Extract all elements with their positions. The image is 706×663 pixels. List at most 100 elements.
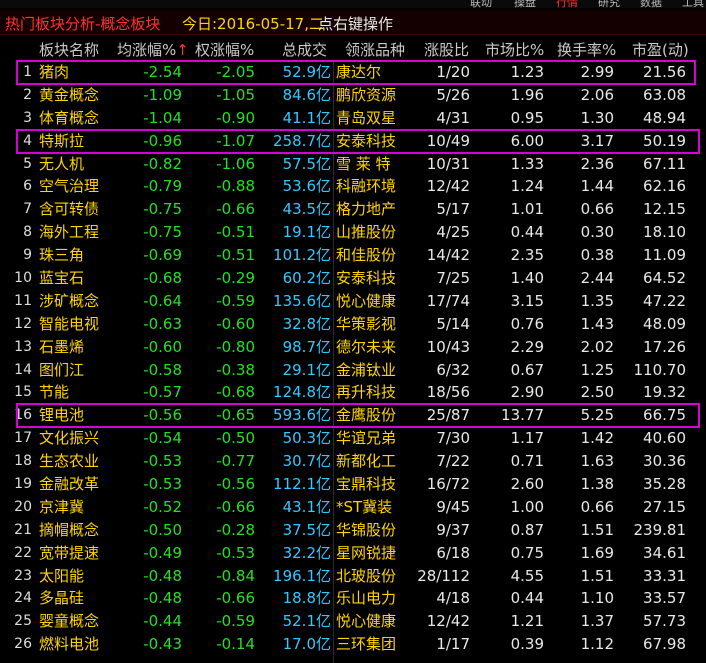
table-row[interactable]: 18 生态农业 -0.53 -0.77 30.7 亿新都化工 7/22 0.71 1.63 30.… xyxy=(0,450,706,473)
pe-ratio: 33.31 xyxy=(643,566,686,585)
weighted-change: -0.90 xyxy=(216,108,255,127)
header-turnover[interactable]: 换手率% xyxy=(557,39,616,60)
leading-stock: 格力地产 xyxy=(336,200,397,219)
header-total-amount[interactable]: 总成交 xyxy=(282,39,327,60)
menu-item[interactable]: 行情 xyxy=(556,0,578,8)
market-ratio: 1.21 xyxy=(510,612,544,631)
table-row[interactable]: 19 金融改革 -0.53 -0.56 112.1 亿宝鼎科技 16/72 2.60 1.38 3… xyxy=(0,473,706,496)
table-row[interactable]: 13 石墨烯 -0.60 -0.80 98.7 亿德尔未来 10/43 2.29 2.02 17.… xyxy=(0,336,706,359)
row-number: 26 xyxy=(14,636,32,653)
menu-item[interactable]: 工具 xyxy=(682,0,704,8)
header-leader[interactable]: 领涨品种 xyxy=(345,39,405,60)
avg-change: -0.48 xyxy=(143,566,182,585)
leading-stock: 悦心健康 xyxy=(336,291,397,310)
amount-unit: 亿 xyxy=(316,520,332,539)
table-row[interactable]: 7 含可转债 -0.75 -0.66 43.5 亿格力地产 5/17 1.01 0.66 12.1… xyxy=(0,198,706,221)
up-ratio: 28/112 xyxy=(417,566,470,585)
pe-ratio: 19.32 xyxy=(643,383,686,402)
market-ratio: 4.55 xyxy=(510,566,544,585)
market-ratio: 2.90 xyxy=(510,383,544,402)
pe-ratio: 33.57 xyxy=(643,589,686,608)
table-row[interactable]: 26 燃料电池 -0.43 -0.14 17.0 亿三环集团 1/17 0.39 1.12 67.… xyxy=(0,633,706,656)
pe-ratio: 18.10 xyxy=(643,223,686,242)
table-row[interactable]: 21 摘帽概念 -0.50 -0.28 37.5 亿华锦股份 9/37 0.87 1.51 239… xyxy=(0,519,706,542)
weighted-change: -0.80 xyxy=(216,337,255,356)
header-up-ratio[interactable]: 涨股比 xyxy=(424,39,469,60)
market-ratio: 2.60 xyxy=(510,475,544,494)
row-number: 21 xyxy=(14,521,32,538)
amount-unit: 亿 xyxy=(316,314,332,333)
leading-stock: 新都化工 xyxy=(336,452,397,471)
sector-name: 空气治理 xyxy=(39,177,100,196)
avg-change: -0.52 xyxy=(143,497,182,516)
table-row[interactable]: 14 图们江 -0.58 -0.38 29.1 亿金浦钛业 6/32 0.67 1.25 110.… xyxy=(0,359,706,382)
table-row[interactable]: 11 涉矿概念 -0.64 -0.59 135.6 亿悦心健康 17/74 3.15 1.35 4… xyxy=(0,290,706,313)
header-avg-change[interactable]: 均涨幅%↑ xyxy=(117,39,189,60)
up-ratio: 7/25 xyxy=(436,269,470,288)
table-row[interactable]: 15 节能 -0.57 -0.68 124.8 亿再升科技 18/56 2.90 2.50 19.… xyxy=(0,381,706,404)
amount-unit: 亿 xyxy=(316,246,332,265)
header-name[interactable]: 板块名称 xyxy=(39,39,99,60)
market-ratio: 1.01 xyxy=(510,200,544,219)
turnover-rate: 1.43 xyxy=(580,314,614,333)
up-ratio: 6/32 xyxy=(436,360,470,379)
leading-stock: 宝鼎科技 xyxy=(336,475,397,494)
amount-unit: 亿 xyxy=(316,85,332,104)
table-row[interactable]: 2 黄金概念 -1.09 -1.05 84.6 亿鹏欣资源 5/26 1.96 2.06 63.0… xyxy=(0,84,706,107)
table-row[interactable]: 12 智能电视 -0.63 -0.60 32.8 亿华策影视 5/14 0.76 1.43 48.… xyxy=(0,313,706,336)
menu-item[interactable]: 研究 xyxy=(598,0,620,8)
header-market-ratio[interactable]: 市场比% xyxy=(485,39,544,60)
header-weighted-change[interactable]: 权涨幅% xyxy=(195,39,254,60)
turnover-rate: 1.42 xyxy=(580,429,614,448)
table-row[interactable]: 8 海外工程 -0.75 -0.51 19.1 亿山推股份 4/25 0.44 0.30 18.1… xyxy=(0,221,706,244)
page-title: 热门板块分析-概念板块 xyxy=(5,15,161,33)
total-amount: 57.5 xyxy=(282,154,316,173)
menu-item[interactable]: 数据 xyxy=(640,0,662,8)
table-row[interactable]: 1 猪肉 -2.54 -2.05 52.9 亿康达尔 1/20 1.23 2.99 21.56 xyxy=(0,60,706,85)
table-row[interactable]: 20 京津冀 -0.52 -0.66 43.1 亿 *ST冀装 9/45 1.00 0.66 27.… xyxy=(0,496,706,519)
market-ratio: 0.44 xyxy=(510,223,544,242)
table-row[interactable]: 9 珠三角 -0.69 -0.51 101.2 亿和佳股份 14/42 2.35 0.38 11.… xyxy=(0,244,706,267)
table-row[interactable]: 23 太阳能 -0.48 -0.84 196.1 亿北玻股份 28/112 4.55 1.51 3… xyxy=(0,565,706,588)
table-row[interactable]: 5 无人机 -0.82 -1.06 57.5 亿雪 莱 特 10/31 1.33 2.36 67.… xyxy=(0,153,706,176)
total-amount: 41.1 xyxy=(282,108,316,127)
avg-change: -0.43 xyxy=(143,635,182,654)
market-ratio: 1.17 xyxy=(510,429,544,448)
amount-unit: 亿 xyxy=(316,612,332,631)
weighted-change: -1.05 xyxy=(216,85,255,104)
pe-ratio: 40.60 xyxy=(643,429,686,448)
table-row[interactable]: 3 体育概念 -1.04 -0.90 41.1 亿青岛双星 4/31 0.95 1.30 48.9… xyxy=(0,107,706,130)
table-row[interactable]: 24 多晶硅 -0.48 -0.66 18.8 亿乐山电力 4/18 0.44 1.10 33.5… xyxy=(0,587,706,610)
table-row[interactable]: 16 锂电池 -0.56 -0.65 593.6 亿金鹰股份 25/87 13.77 5.25 6… xyxy=(0,403,706,429)
table-row[interactable]: 22 宽带提速 -0.49 -0.53 32.2 亿星网锐捷 6/18 0.75 1.69 34.… xyxy=(0,542,706,565)
total-amount: 30.7 xyxy=(282,452,316,471)
row-number: 15 xyxy=(14,384,32,401)
total-amount: 43.1 xyxy=(282,497,316,516)
turnover-rate: 1.12 xyxy=(580,635,614,654)
sector-name: 无人机 xyxy=(39,154,85,173)
menu-item[interactable]: 操盘 xyxy=(514,0,536,8)
avg-change: -0.64 xyxy=(143,291,182,310)
sector-table: 1 猪肉 -2.54 -2.05 52.9 亿康达尔 1/20 1.23 2.99 21.56 2 黄… xyxy=(0,60,706,656)
menu-item[interactable]: 联动 xyxy=(470,0,492,8)
turnover-rate: 0.30 xyxy=(580,223,614,242)
table-row[interactable]: 10 蓝宝石 -0.68 -0.29 60.2 亿安泰科技 7/25 1.40 2.44 64.5… xyxy=(0,267,706,290)
up-ratio: 12/42 xyxy=(426,177,470,196)
market-ratio: 2.29 xyxy=(510,337,544,356)
turnover-rate: 1.51 xyxy=(580,566,614,585)
table-row[interactable]: 4 特斯拉 -0.96 -1.07 258.7 亿安泰科技 10/49 6.00 3.17 50.… xyxy=(0,128,706,154)
row-number: 9 xyxy=(23,247,32,264)
leading-stock: 安泰科技 xyxy=(336,269,397,288)
pe-ratio: 11.09 xyxy=(643,246,686,265)
table-row[interactable]: 6 空气治理 -0.79 -0.88 53.6 亿科融环境 12/42 1.24 1.44 62.… xyxy=(0,175,706,198)
row-number: 23 xyxy=(14,567,32,584)
avg-change: -0.48 xyxy=(143,589,182,608)
header-pe[interactable]: 市盈(动) xyxy=(632,39,689,60)
market-ratio: 0.76 xyxy=(510,314,544,333)
table-row[interactable]: 17 文化振兴 -0.54 -0.50 50.3 亿华谊兄弟 7/30 1.17 1.42 40.… xyxy=(0,427,706,450)
total-amount: 196.1 xyxy=(273,566,316,585)
pe-ratio: 48.09 xyxy=(643,314,686,333)
leading-stock: *ST冀装 xyxy=(336,497,393,516)
turnover-rate: 2.06 xyxy=(580,85,614,104)
table-row[interactable]: 25 婴童概念 -0.44 -0.59 52.1 亿悦心健康 12/42 1.21 1.37 57… xyxy=(0,610,706,633)
